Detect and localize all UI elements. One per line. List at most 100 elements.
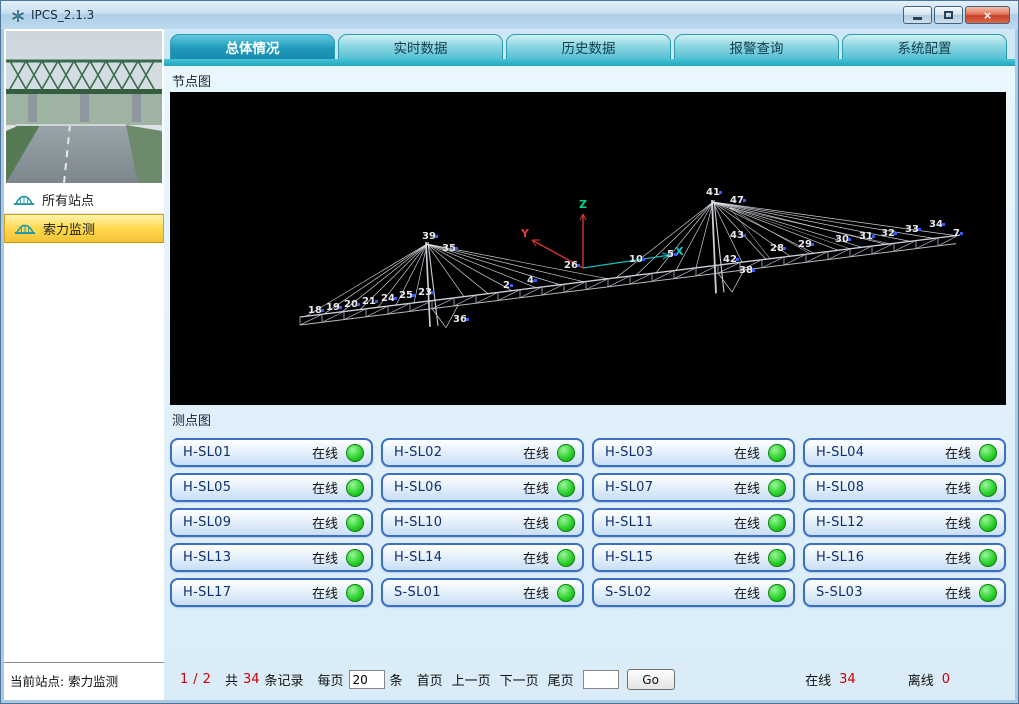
station-button[interactable]: H-SL17在线 [170,578,373,607]
station-button[interactable]: H-SL07在线 [592,473,795,502]
online-indicator-icon [979,444,997,462]
station-button[interactable]: H-SL05在线 [170,473,373,502]
go-button[interactable]: Go [627,669,675,690]
station-button[interactable]: H-SL16在线 [803,543,1006,572]
station-button[interactable]: H-SL11在线 [592,508,795,537]
online-indicator-icon [557,479,575,497]
prev-page-link[interactable]: 上一页 [452,670,491,689]
svg-text:30: 30 [835,234,849,245]
station-button[interactable]: H-SL04在线 [803,438,1006,467]
tab-system-config[interactable]: 系统配置 [842,34,1007,59]
online-indicator-icon [768,514,786,532]
station-status-label: 在线 [945,478,979,497]
per-page-input[interactable] [349,670,385,689]
station-id: H-SL04 [816,445,864,460]
station-button[interactable]: S-SL03在线 [803,578,1006,607]
online-indicator-icon [346,514,364,532]
station-id: H-SL07 [605,480,653,495]
station-button[interactable]: H-SL12 在线 [803,508,1006,537]
per-page-suffix: 条 [390,670,403,689]
station-button[interactable]: H-SL15在线 [592,543,795,572]
svg-text:Y: Y [520,227,530,240]
online-indicator-icon [557,514,575,532]
station-button[interactable]: H-SL10在线 [381,508,584,537]
svg-text:36: 36 [453,314,467,325]
svg-text:20: 20 [344,299,358,310]
station-button[interactable]: H-SL06 在线 [381,473,584,502]
total-pages: 2 [203,672,211,687]
station-status-label: 在线 [734,513,768,532]
station-button[interactable]: H-SL01在线 [170,438,373,467]
close-button[interactable]: × [965,6,1010,24]
sidebar-item-all-stations[interactable]: 所有站点 [4,185,164,214]
last-page-link[interactable]: 尾页 [548,670,574,689]
sidebar: 所有站点索力监测 当前站点: 索力监测 [4,29,164,700]
svg-text:41: 41 [706,187,720,198]
tab-alarm-query[interactable]: 报警查询 [674,34,839,59]
current-station-status: 当前站点: 索力监测 [4,662,164,700]
svg-text:18: 18 [308,305,322,316]
station-status-label: 在线 [312,478,346,497]
station-status-label: 在线 [734,548,768,567]
pagination-bar: 1 / 2 共 34 条记录 每页 条 首页 上一页 [170,669,1006,700]
station-button[interactable]: S-SL01在线 [381,578,584,607]
svg-text:32: 32 [881,228,895,239]
online-summary-label: 在线 [805,670,831,689]
tab-history-data[interactable]: 历史数据 [506,34,671,59]
sidebar-item-cable-force-monitoring[interactable]: 索力监测 [4,214,164,243]
station-button[interactable]: S-SL02在线 [592,578,795,607]
station-id: S-SL03 [816,585,863,600]
maximize-button[interactable] [934,6,963,24]
station-button[interactable]: H-SL02在线 [381,438,584,467]
svg-text:4: 4 [527,275,534,286]
first-page-link[interactable]: 首页 [417,670,443,689]
svg-text:42: 42 [723,254,737,265]
online-indicator-icon [346,444,364,462]
goto-page-input[interactable] [583,670,619,689]
online-indicator-icon [768,479,786,497]
bridge-photo [6,31,162,183]
station-id: H-SL06 [394,480,442,495]
station-id: H-SL16 [816,550,864,565]
window-title: IPCS_2.1.3 [31,8,94,22]
station-status-label: 在线 [945,513,979,532]
station-id: H-SL12 [816,515,864,530]
online-indicator-icon [346,584,364,602]
svg-text:21: 21 [362,296,376,307]
station-status-label: 在线 [523,478,557,497]
station-status-label: 在线 [312,583,346,602]
station-button[interactable]: H-SL08 在线 [803,473,1006,502]
station-status-label: 在线 [312,513,346,532]
svg-text:43: 43 [730,230,744,241]
offline-count: 0 [942,672,950,687]
station-id: S-SL01 [394,585,441,600]
titlebar: IPCS_2.1.3 × [1,1,1018,29]
svg-text:29: 29 [798,239,812,250]
station-status-label: 在线 [312,443,346,462]
svg-text:X: X [675,245,684,258]
tab-overview[interactable]: 总体情况 [170,34,335,59]
tab-realtime-data[interactable]: 实时数据 [338,34,503,59]
station-id: H-SL13 [183,550,231,565]
next-page-link[interactable]: 下一页 [500,670,539,689]
minimize-button[interactable] [903,6,932,24]
station-id: H-SL08 [816,480,864,495]
station-button[interactable]: H-SL03在线 [592,438,795,467]
station-button[interactable]: H-SL14在线 [381,543,584,572]
svg-text:2: 2 [503,280,510,291]
station-status-label: 在线 [734,443,768,462]
sidebar-menu: 所有站点索力监测 [4,185,164,243]
online-indicator-icon [768,584,786,602]
station-status-label: 在线 [523,443,557,462]
sidebar-item-label: 所有站点 [42,190,94,209]
point-grid-title: 测点图 [172,410,1006,429]
station-status-label: 在线 [523,513,557,532]
online-indicator-icon [346,549,364,567]
station-id: H-SL09 [183,515,231,530]
online-indicator-icon [979,514,997,532]
station-button[interactable]: H-SL13在线 [170,543,373,572]
svg-text:7: 7 [953,228,960,239]
station-button[interactable]: H-SL09 在线 [170,508,373,537]
svg-text:31: 31 [859,231,873,242]
svg-text:10: 10 [629,254,643,265]
